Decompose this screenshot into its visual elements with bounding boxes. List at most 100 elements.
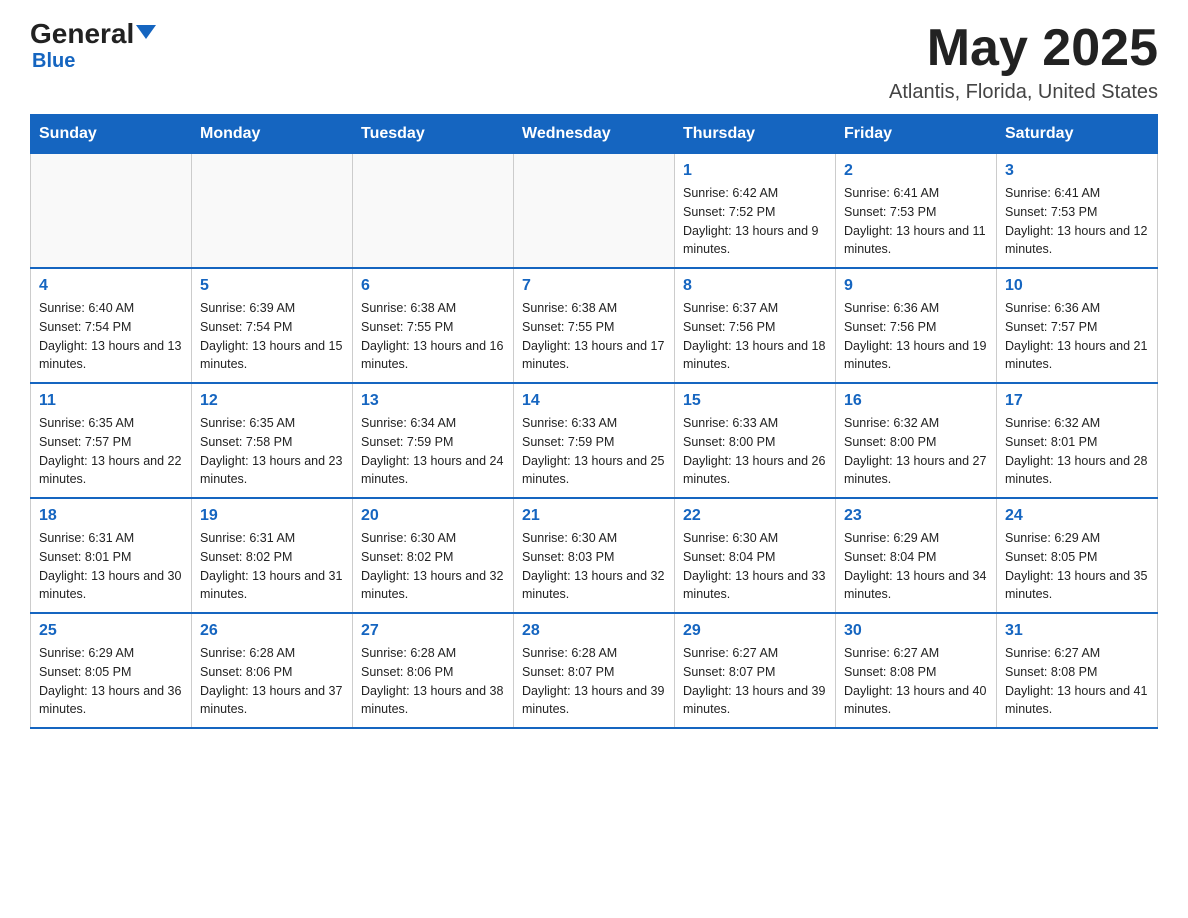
day-info: Sunrise: 6:38 AM Sunset: 7:55 PM Dayligh… [361,299,505,374]
calendar-cell: 6Sunrise: 6:38 AM Sunset: 7:55 PM Daylig… [353,268,514,383]
day-info: Sunrise: 6:30 AM Sunset: 8:02 PM Dayligh… [361,529,505,604]
calendar-table: SundayMondayTuesdayWednesdayThursdayFrid… [30,114,1158,729]
calendar-week-4: 18Sunrise: 6:31 AM Sunset: 8:01 PM Dayli… [31,498,1158,613]
calendar-cell: 7 Sunrise: 6:38 AM Sunset: 7:55 PM Daylig… [514,268,675,383]
weekday-header-thursday: Thursday [675,115,836,154]
calendar-cell: 4Sunrise: 6:40 AM Sunset: 7:54 PM Daylig… [31,268,192,383]
day-info: Sunrise: 6:30 AM Sunset: 8:04 PM Dayligh… [683,529,827,604]
calendar-cell [353,154,514,269]
calendar-cell: 21 Sunrise: 6:30 AM Sunset: 8:03 PM Dayli… [514,498,675,613]
weekday-header-tuesday: Tuesday [353,115,514,154]
day-number: 31 [1005,622,1149,640]
day-number: 23 [844,507,988,525]
calendar-cell: 3 Sunrise: 6:41 AM Sunset: 7:53 PM Daylig… [997,154,1158,269]
day-number: 9 [844,277,988,295]
weekday-header-friday: Friday [836,115,997,154]
day-info: Sunrise: 6:29 AM Sunset: 8:05 PM Dayligh… [1005,529,1149,604]
calendar-cell: 5 Sunrise: 6:39 AM Sunset: 7:54 PM Daylig… [192,268,353,383]
day-number: 22 [683,507,827,525]
day-number: 1 [683,162,827,180]
day-info: Sunrise: 6:28 AM Sunset: 8:06 PM Dayligh… [361,644,505,719]
calendar-cell: 24Sunrise: 6:29 AM Sunset: 8:05 PM Dayli… [997,498,1158,613]
calendar-week-1: 1 Sunrise: 6:42 AM Sunset: 7:52 PM Daylig… [31,154,1158,269]
day-number: 7 [522,277,666,295]
day-info: Sunrise: 6:29 AM Sunset: 8:05 PM Dayligh… [39,644,183,719]
calendar-cell: 19 Sunrise: 6:31 AM Sunset: 8:02 PM Dayli… [192,498,353,613]
day-number: 14 [522,392,666,410]
day-info: Sunrise: 6:41 AM Sunset: 7:53 PM Dayligh… [1005,184,1149,259]
day-info: Sunrise: 6:36 AM Sunset: 7:57 PM Dayligh… [1005,299,1149,374]
calendar-cell: 9 Sunrise: 6:36 AM Sunset: 7:56 PM Daylig… [836,268,997,383]
day-info: Sunrise: 6:28 AM Sunset: 8:06 PM Dayligh… [200,644,344,719]
day-info: Sunrise: 6:31 AM Sunset: 8:02 PM Dayligh… [200,529,344,604]
calendar-week-3: 11 Sunrise: 6:35 AM Sunset: 7:57 PM Dayli… [31,383,1158,498]
calendar-cell: 8 Sunrise: 6:37 AM Sunset: 7:56 PM Daylig… [675,268,836,383]
day-info: Sunrise: 6:41 AM Sunset: 7:53 PM Dayligh… [844,184,988,259]
calendar-cell: 10Sunrise: 6:36 AM Sunset: 7:57 PM Dayli… [997,268,1158,383]
weekday-header-row: SundayMondayTuesdayWednesdayThursdayFrid… [31,115,1158,154]
day-number: 30 [844,622,988,640]
calendar-cell: 13 Sunrise: 6:34 AM Sunset: 7:59 PM Dayli… [353,383,514,498]
calendar-week-5: 25 Sunrise: 6:29 AM Sunset: 8:05 PM Dayli… [31,613,1158,728]
calendar-cell: 12Sunrise: 6:35 AM Sunset: 7:58 PM Dayli… [192,383,353,498]
calendar-cell: 17 Sunrise: 6:32 AM Sunset: 8:01 PM Dayli… [997,383,1158,498]
day-number: 18 [39,507,183,525]
calendar-cell: 14 Sunrise: 6:33 AM Sunset: 7:59 PM Dayli… [514,383,675,498]
day-info: Sunrise: 6:27 AM Sunset: 8:08 PM Dayligh… [1005,644,1149,719]
title-area: May 2025 Atlantis, Florida, United State… [889,20,1158,104]
day-number: 5 [200,277,344,295]
day-number: 27 [361,622,505,640]
calendar-cell: 25 Sunrise: 6:29 AM Sunset: 8:05 PM Dayli… [31,613,192,728]
day-number: 21 [522,507,666,525]
day-info: Sunrise: 6:28 AM Sunset: 8:07 PM Dayligh… [522,644,666,719]
day-info: Sunrise: 6:37 AM Sunset: 7:56 PM Dayligh… [683,299,827,374]
calendar-cell: 15 Sunrise: 6:33 AM Sunset: 8:00 PM Dayli… [675,383,836,498]
location-title: Atlantis, Florida, United States [889,81,1158,104]
day-info: Sunrise: 6:27 AM Sunset: 8:07 PM Dayligh… [683,644,827,719]
logo-text: General [30,20,156,48]
day-info: Sunrise: 6:40 AM Sunset: 7:54 PM Dayligh… [39,299,183,374]
day-number: 20 [361,507,505,525]
calendar-cell: 11 Sunrise: 6:35 AM Sunset: 7:57 PM Dayli… [31,383,192,498]
day-info: Sunrise: 6:27 AM Sunset: 8:08 PM Dayligh… [844,644,988,719]
calendar-cell: 28 Sunrise: 6:28 AM Sunset: 8:07 PM Dayli… [514,613,675,728]
day-info: Sunrise: 6:35 AM Sunset: 7:58 PM Dayligh… [200,414,344,489]
day-info: Sunrise: 6:39 AM Sunset: 7:54 PM Dayligh… [200,299,344,374]
day-info: Sunrise: 6:33 AM Sunset: 8:00 PM Dayligh… [683,414,827,489]
day-info: Sunrise: 6:36 AM Sunset: 7:56 PM Dayligh… [844,299,988,374]
day-info: Sunrise: 6:38 AM Sunset: 7:55 PM Dayligh… [522,299,666,374]
day-info: Sunrise: 6:32 AM Sunset: 8:01 PM Dayligh… [1005,414,1149,489]
logo-blue: Blue [32,50,75,73]
day-number: 3 [1005,162,1149,180]
day-number: 2 [844,162,988,180]
day-number: 15 [683,392,827,410]
day-info: Sunrise: 6:42 AM Sunset: 7:52 PM Dayligh… [683,184,827,259]
day-number: 11 [39,392,183,410]
day-number: 13 [361,392,505,410]
calendar-cell: 1 Sunrise: 6:42 AM Sunset: 7:52 PM Daylig… [675,154,836,269]
day-info: Sunrise: 6:30 AM Sunset: 8:03 PM Dayligh… [522,529,666,604]
day-info: Sunrise: 6:34 AM Sunset: 7:59 PM Dayligh… [361,414,505,489]
weekday-header-monday: Monday [192,115,353,154]
calendar-cell: 22 Sunrise: 6:30 AM Sunset: 8:04 PM Dayli… [675,498,836,613]
day-number: 25 [39,622,183,640]
day-info: Sunrise: 6:33 AM Sunset: 7:59 PM Dayligh… [522,414,666,489]
day-info: Sunrise: 6:35 AM Sunset: 7:57 PM Dayligh… [39,414,183,489]
page-header: General Blue May 2025 Atlantis, Florida,… [30,20,1158,104]
day-number: 8 [683,277,827,295]
month-title: May 2025 [889,20,1158,77]
day-number: 19 [200,507,344,525]
calendar-cell: 2 Sunrise: 6:41 AM Sunset: 7:53 PM Daylig… [836,154,997,269]
day-number: 28 [522,622,666,640]
day-info: Sunrise: 6:29 AM Sunset: 8:04 PM Dayligh… [844,529,988,604]
day-number: 17 [1005,392,1149,410]
calendar-cell: 30 Sunrise: 6:27 AM Sunset: 8:08 PM Dayli… [836,613,997,728]
weekday-header-saturday: Saturday [997,115,1158,154]
calendar-cell: 31 Sunrise: 6:27 AM Sunset: 8:08 PM Dayli… [997,613,1158,728]
calendar-cell [31,154,192,269]
day-number: 29 [683,622,827,640]
day-number: 26 [200,622,344,640]
calendar-cell: 23 Sunrise: 6:29 AM Sunset: 8:04 PM Dayli… [836,498,997,613]
calendar-cell: 27 Sunrise: 6:28 AM Sunset: 8:06 PM Dayli… [353,613,514,728]
calendar-week-2: 4Sunrise: 6:40 AM Sunset: 7:54 PM Daylig… [31,268,1158,383]
